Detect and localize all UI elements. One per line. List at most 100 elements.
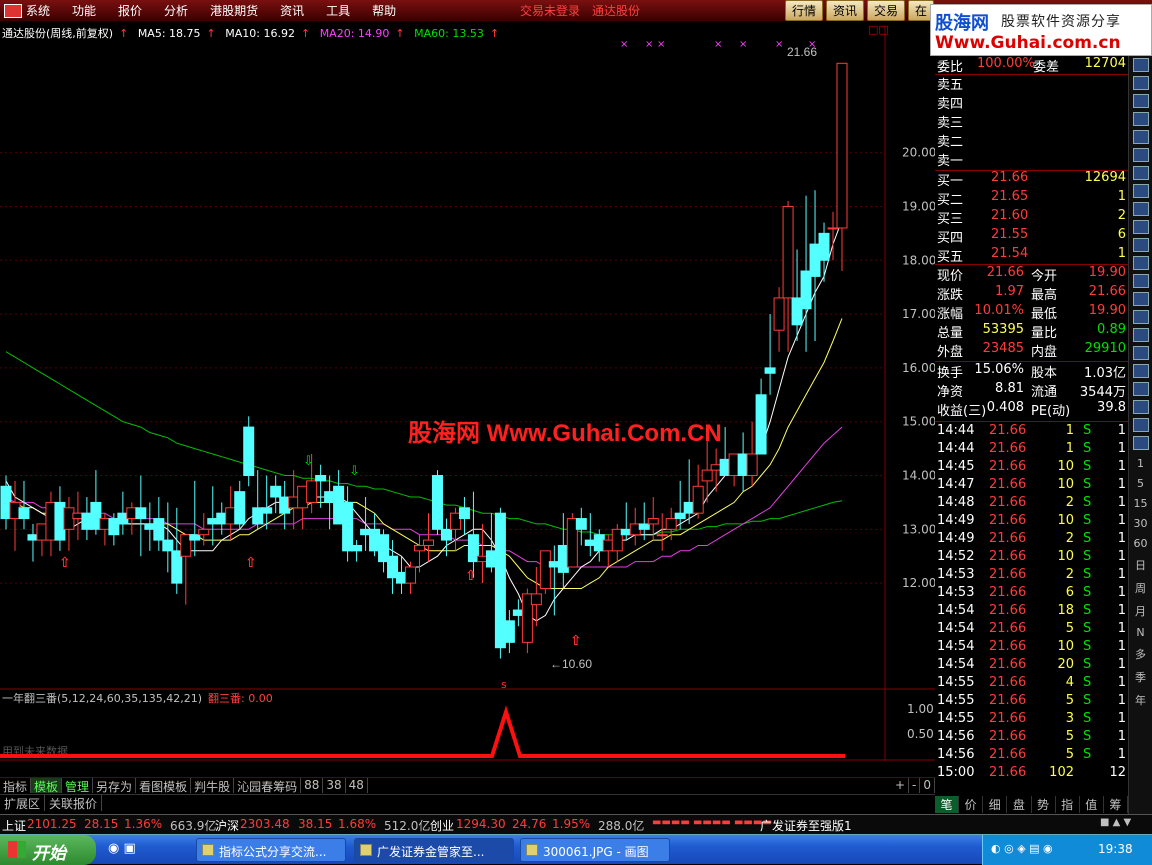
toolbar-icon[interactable] [1132,382,1149,396]
period-button[interactable]: 60 [1129,537,1152,550]
cy-index[interactable]: 1294.30 [456,817,506,831]
buy-3-row[interactable]: 买三 21.60 2 [935,208,1128,227]
toolbar-icon[interactable] [1132,256,1149,270]
tick-row[interactable]: 14:53 21.66 2 S 1 [935,567,1128,585]
sh-index[interactable]: 2101.25 [27,817,77,831]
tick-row[interactable]: 14:49 21.66 10 S 1 [935,513,1128,531]
tick-row[interactable]: 14:55 21.66 3 S 1 [935,711,1128,729]
period-button[interactable]: 5 [1129,477,1152,490]
tick-row[interactable]: 14:53 21.66 6 S 1 [935,585,1128,603]
window-buttons-icon[interactable]: □□ [868,23,889,36]
tab-board[interactable]: 盘 [1007,796,1032,813]
tick-row[interactable]: 14:45 21.66 10 S 1 [935,459,1128,477]
buy-5-row[interactable]: 买五 21.54 1 [935,246,1128,265]
status-icons[interactable]: ■ ▲ ▼ [1100,817,1131,828]
period-button[interactable]: 月 [1129,603,1152,619]
buy-2-row[interactable]: 买二 21.65 1 [935,189,1128,208]
menu-item-news[interactable]: 资讯 [280,2,304,19]
period-button[interactable]: 日 [1129,557,1152,573]
sell-4-row[interactable]: 卖四 [935,93,1128,112]
sell-2-row[interactable]: 卖二 [935,131,1128,150]
period-button[interactable]: 1 [1129,457,1152,470]
toolbar-icon[interactable] [1132,184,1149,198]
zoom-in-button[interactable]: + [892,778,910,793]
tab-indicator[interactable]: 指标 [0,778,32,794]
toolbar-icon[interactable] [1132,220,1149,234]
kline-chart[interactable]: ⇧ ⇧⇧⇧⇩⇩× × × × × × × 20.0019.0018.0017.0016.001… [0,21,935,761]
menu-item-quote[interactable]: 报价 [118,2,142,19]
buy-4-row[interactable]: 买四 21.55 6 [935,227,1128,246]
tab-48[interactable]: 48 [346,778,368,793]
tab-detail[interactable]: 细 [983,796,1008,813]
period-button[interactable]: 多 [1129,646,1152,662]
tick-row[interactable]: 14:56 21.66 5 S 1 [935,729,1128,747]
toolbar-icon[interactable] [1132,292,1149,306]
period-button[interactable]: 15 [1129,497,1152,510]
tab-template[interactable]: 模板 [31,778,63,794]
tab-chip[interactable]: 筹 [1104,796,1128,813]
toolbar-icon[interactable] [1132,76,1149,90]
toolbar-icon[interactable] [1132,166,1149,180]
tab-chips[interactable]: 沁园春筹码 [234,778,302,794]
tab-trade[interactable]: 交易 [867,0,906,21]
tray-icons[interactable]: ◐ ◎ ◈ ▤ ◉ [991,842,1053,855]
zoom-out-button[interactable]: - [909,778,921,793]
toolbar-icon[interactable] [1132,148,1149,162]
start-button[interactable]: 开始 [0,835,96,865]
period-button[interactable]: 季 [1129,669,1152,685]
toolbar-icon[interactable] [1132,310,1149,324]
toolbar-icon[interactable] [1132,436,1149,450]
tab-ticks[interactable]: 笔 [935,796,960,813]
tick-row[interactable]: 14:44 21.66 1 S 1 [935,423,1128,441]
tick-row[interactable]: 14:49 21.66 2 S 1 [935,531,1128,549]
tick-row[interactable]: 14:55 21.66 5 S 1 [935,693,1128,711]
sz-index[interactable]: 2303.48 [240,817,290,831]
menu-item-hk-futures[interactable]: 港股期货 [210,2,258,19]
toolbar-icon[interactable] [1132,130,1149,144]
menu-item-help[interactable]: 帮助 [372,2,396,19]
tick-row[interactable]: 14:52 21.66 10 S 1 [935,549,1128,567]
tab-bull-stocks[interactable]: 判牛股 [191,778,235,794]
sell-5-row[interactable]: 卖五 [935,74,1128,93]
tab-quotes[interactable]: 行情 [785,0,824,21]
toolbar-icon[interactable] [1132,112,1149,126]
menu-item-function[interactable]: 功能 [72,2,96,19]
toolbar-icon[interactable] [1132,202,1149,216]
period-button[interactable]: 年 [1129,692,1152,708]
tick-row[interactable]: 14:55 21.66 4 S 1 [935,675,1128,693]
tab-manage[interactable]: 管理 [62,778,94,794]
clock[interactable]: 19:38 [1098,842,1133,856]
ad-banner[interactable]: 股海网 股票软件资源分享 Www.Guhai.com.cn [930,4,1152,56]
tick-row[interactable]: 14:54 21.66 10 S 1 [935,639,1128,657]
sell-3-row[interactable]: 卖三 [935,112,1128,131]
menu-item-analysis[interactable]: 分析 [164,2,188,19]
toolbar-icon[interactable] [1132,400,1149,414]
menu-item-tools[interactable]: 工具 [326,2,350,19]
task-gf-securities[interactable]: 广发证券金管家至... [354,838,514,862]
toolbar-icon[interactable] [1132,346,1149,360]
tab-88[interactable]: 88 [301,778,324,793]
tab-38[interactable]: 38 [323,778,346,793]
period-button[interactable]: N [1129,626,1152,639]
tick-row[interactable]: 14:47 21.66 10 S 1 [935,477,1128,495]
tick-row[interactable]: 14:44 21.66 1 S 1 [935,441,1128,459]
quicklaunch-icons[interactable]: ◉ ▣ [108,841,136,856]
toolbar-icon[interactable] [1132,328,1149,342]
period-button[interactable]: 周 [1129,580,1152,596]
task-formula-share[interactable]: 指标公式分享交流... [196,838,346,862]
toolbar-icon[interactable] [1132,274,1149,288]
tick-row[interactable]: 14:54 21.66 20 S 1 [935,657,1128,675]
tab-value[interactable]: 值 [1080,796,1104,813]
tab-view-template[interactable]: 看图模板 [136,778,192,794]
period-button[interactable]: 30 [1129,517,1152,530]
tab-extension[interactable]: 扩展区 [0,795,46,811]
sell-1-row[interactable]: 卖一 [935,150,1128,169]
buy-1-row[interactable]: 买一 21.66 12694 [935,170,1128,189]
tab-save-as[interactable]: 另存为 [93,778,137,794]
tab-price[interactable]: 价 [959,796,984,813]
toolbar-icon[interactable] [1132,418,1149,432]
tick-row[interactable]: 14:54 21.66 5 S 1 [935,621,1128,639]
tab-related-quotes[interactable]: 关联报价 [45,795,103,811]
tick-row[interactable]: 14:56 21.66 5 S 1 [935,747,1128,765]
tick-row[interactable]: 14:54 21.66 18 S 1 [935,603,1128,621]
